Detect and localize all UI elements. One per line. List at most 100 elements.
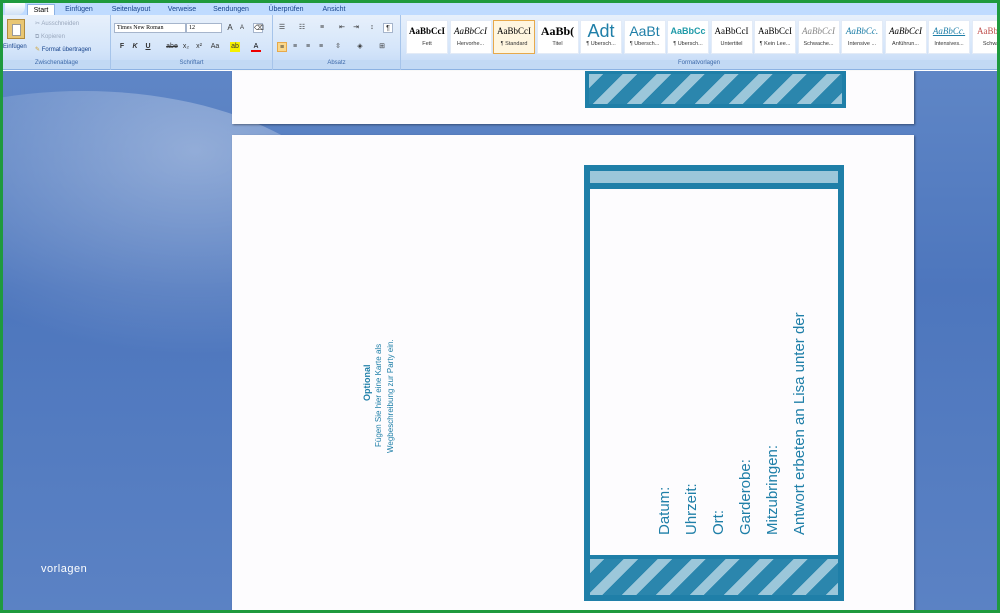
align-right-icon[interactable]: ≡	[303, 42, 313, 52]
style-name: ¶ Übersch...	[629, 41, 660, 47]
italic-button[interactable]: K	[130, 42, 140, 52]
clipboard-label: Zwischenablage	[3, 60, 110, 69]
line-spacing-icon[interactable]: ⇳	[333, 42, 343, 52]
copy-label: Kopieren	[40, 34, 65, 40]
ribbon: Einfügen ✂ Ausschneiden ⧉ Kopieren ✎ For…	[3, 15, 997, 70]
highlight-icon[interactable]: ab	[230, 42, 240, 52]
bold-button[interactable]: F	[117, 42, 127, 52]
paste-icon	[7, 19, 25, 39]
style-preview: AaBbCcI	[454, 26, 487, 36]
tab-einfuegen[interactable]: Einfügen	[59, 4, 99, 15]
style-item[interactable]: AaBt ¶ Übersch...	[623, 20, 666, 54]
paste-button[interactable]: Einfügen	[3, 42, 27, 52]
font-color-icon[interactable]: A	[251, 42, 261, 52]
style-preview: AaBbCcI	[802, 26, 835, 36]
pilcrow-button[interactable]: ¶	[383, 23, 393, 33]
font-group-label: Schriftart	[111, 60, 272, 69]
increase-indent-icon[interactable]: ⇥	[351, 23, 361, 33]
invitation-card: Datum: Uhrzeit: Ort: Garderobe: Mitzubri…	[584, 165, 844, 601]
card-line-datum: Datum:	[656, 486, 673, 535]
bullets-icon[interactable]: ☰	[277, 23, 287, 33]
style-name: Hervorhe...	[456, 41, 485, 47]
tab-ueberpruefen[interactable]: Überprüfen	[261, 4, 311, 15]
card-content-area[interactable]: Datum: Uhrzeit: Ort: Garderobe: Mitzubri…	[590, 189, 838, 555]
window-frame: Start Einfügen Seitenlayout Verweise Sen…	[0, 0, 1000, 613]
style-preview: AaBb(	[540, 24, 575, 38]
optional-line-1: Fügen Sie hier eine Karte als	[374, 343, 383, 447]
tab-sendungen[interactable]: Sendungen	[207, 4, 255, 15]
style-item[interactable]: Adt ¶ Übersch...	[580, 20, 622, 54]
style-item[interactable]: AaBbCcI Untertitel	[710, 20, 753, 54]
watermark-text: vorlagen	[41, 563, 88, 575]
card-line-antwort: Antwort erbeten an Lisa unter der	[791, 312, 808, 535]
change-case-button[interactable]: Aa	[208, 42, 222, 52]
ribbon-tabs: Start Einfügen Seitenlayout Verweise Sen…	[3, 3, 997, 15]
style-item[interactable]: AaBb(Titel	[536, 20, 579, 54]
tab-start[interactable]: Start	[27, 4, 55, 15]
style-name: ¶ Übersch...	[673, 41, 703, 47]
document-background: Optional Fügen Sie hier eine Karte als W…	[3, 71, 997, 610]
copy-button[interactable]: ⧉ Kopieren	[35, 32, 65, 42]
style-preview: AaBbCc	[977, 26, 998, 36]
style-item[interactable]: AaBbCc. Intensives...	[928, 20, 970, 54]
shading-icon[interactable]: ◈	[355, 42, 365, 52]
style-name: Intensives...	[934, 41, 964, 47]
strikethrough-button[interactable]: abe	[165, 42, 179, 52]
style-item[interactable]: AaBbCcI Fett	[406, 20, 448, 54]
style-preview: AaBbCc.	[845, 26, 879, 36]
font-group: Times New Roman 12 A A ⌫ F K U abe x₂ x²…	[111, 15, 273, 70]
sort-icon[interactable]: ↕	[367, 23, 377, 33]
style-name: Untertitel	[720, 41, 743, 47]
shrink-font-button[interactable]: A	[237, 23, 247, 33]
card-line-ort: Ort:	[710, 510, 727, 535]
cut-button[interactable]: ✂ Ausschneiden	[35, 19, 79, 29]
align-left-icon[interactable]: ≡	[277, 42, 287, 52]
underline-button[interactable]: U	[143, 42, 153, 52]
style-item[interactable]: AaBbCcI ¶ Kein Lee...	[754, 20, 796, 54]
style-name: Anführun...	[892, 41, 919, 47]
style-name: Schwache...	[803, 41, 834, 47]
style-name: ¶ Kein Lee...	[759, 41, 791, 47]
card-bottom-stripes	[590, 559, 838, 595]
style-name: ¶ Übersch...	[586, 41, 616, 47]
superscript-button[interactable]: x²	[194, 42, 204, 52]
grow-font-button[interactable]: A	[225, 23, 235, 33]
page-current[interactable]: Optional Fügen Sie hier eine Karte als W…	[232, 135, 914, 610]
style-preview: AaBbCcI	[497, 26, 531, 36]
tab-verweise[interactable]: Verweise	[163, 4, 201, 15]
card-line-uhrzeit: Uhrzeit:	[683, 483, 700, 535]
multilevel-list-icon[interactable]: ≡	[317, 23, 327, 33]
numbering-icon[interactable]: ☷	[297, 23, 307, 33]
style-preview: AaBbCcI	[758, 26, 792, 36]
style-name: Intensive ...	[847, 41, 877, 47]
style-item[interactable]: AaBbCcI Hervorhe...	[449, 20, 492, 54]
subscript-button[interactable]: x₂	[181, 42, 191, 52]
format-painter-button[interactable]: ✎ Format übertragen	[35, 45, 91, 55]
style-preview: AaBbCc.	[932, 26, 966, 36]
borders-icon[interactable]: ⊞	[377, 42, 387, 52]
office-button[interactable]	[5, 3, 25, 15]
styles-group-label: Formatvorlagen	[401, 60, 997, 69]
style-name: Schwac	[982, 41, 1000, 47]
font-size-combo[interactable]: 12	[186, 23, 222, 33]
clear-format-icon[interactable]: ⌫	[253, 23, 264, 33]
tab-ansicht[interactable]: Ansicht	[317, 4, 351, 15]
cut-label: Ausschneiden	[41, 21, 80, 27]
style-preview: AaBbCcI	[714, 26, 749, 36]
style-item[interactable]: AaBbCcI Anführun...	[884, 20, 927, 54]
style-preview: AaBt	[629, 23, 660, 39]
style-item[interactable]: AaBbCcI Schwache...	[797, 20, 840, 54]
style-item[interactable]: AaBbCc Schwac	[971, 20, 1000, 54]
align-center-icon[interactable]: ≡	[290, 42, 300, 52]
page-previous	[232, 71, 914, 124]
style-item[interactable]: AaBbCc ¶ Übersch...	[667, 20, 709, 54]
style-name: Fett	[422, 41, 432, 47]
style-preview: AaBbCcI	[408, 26, 445, 36]
style-item[interactable]: AaBbCcI ¶ Standard	[493, 20, 535, 54]
justify-icon[interactable]: ≡	[316, 42, 326, 52]
optional-title: Optional	[362, 364, 372, 402]
font-name-combo[interactable]: Times New Roman	[114, 23, 186, 33]
tab-seitenlayout[interactable]: Seitenlayout	[105, 4, 157, 15]
style-item[interactable]: AaBbCc. Intensive ...	[841, 20, 883, 54]
decrease-indent-icon[interactable]: ⇤	[337, 23, 347, 33]
